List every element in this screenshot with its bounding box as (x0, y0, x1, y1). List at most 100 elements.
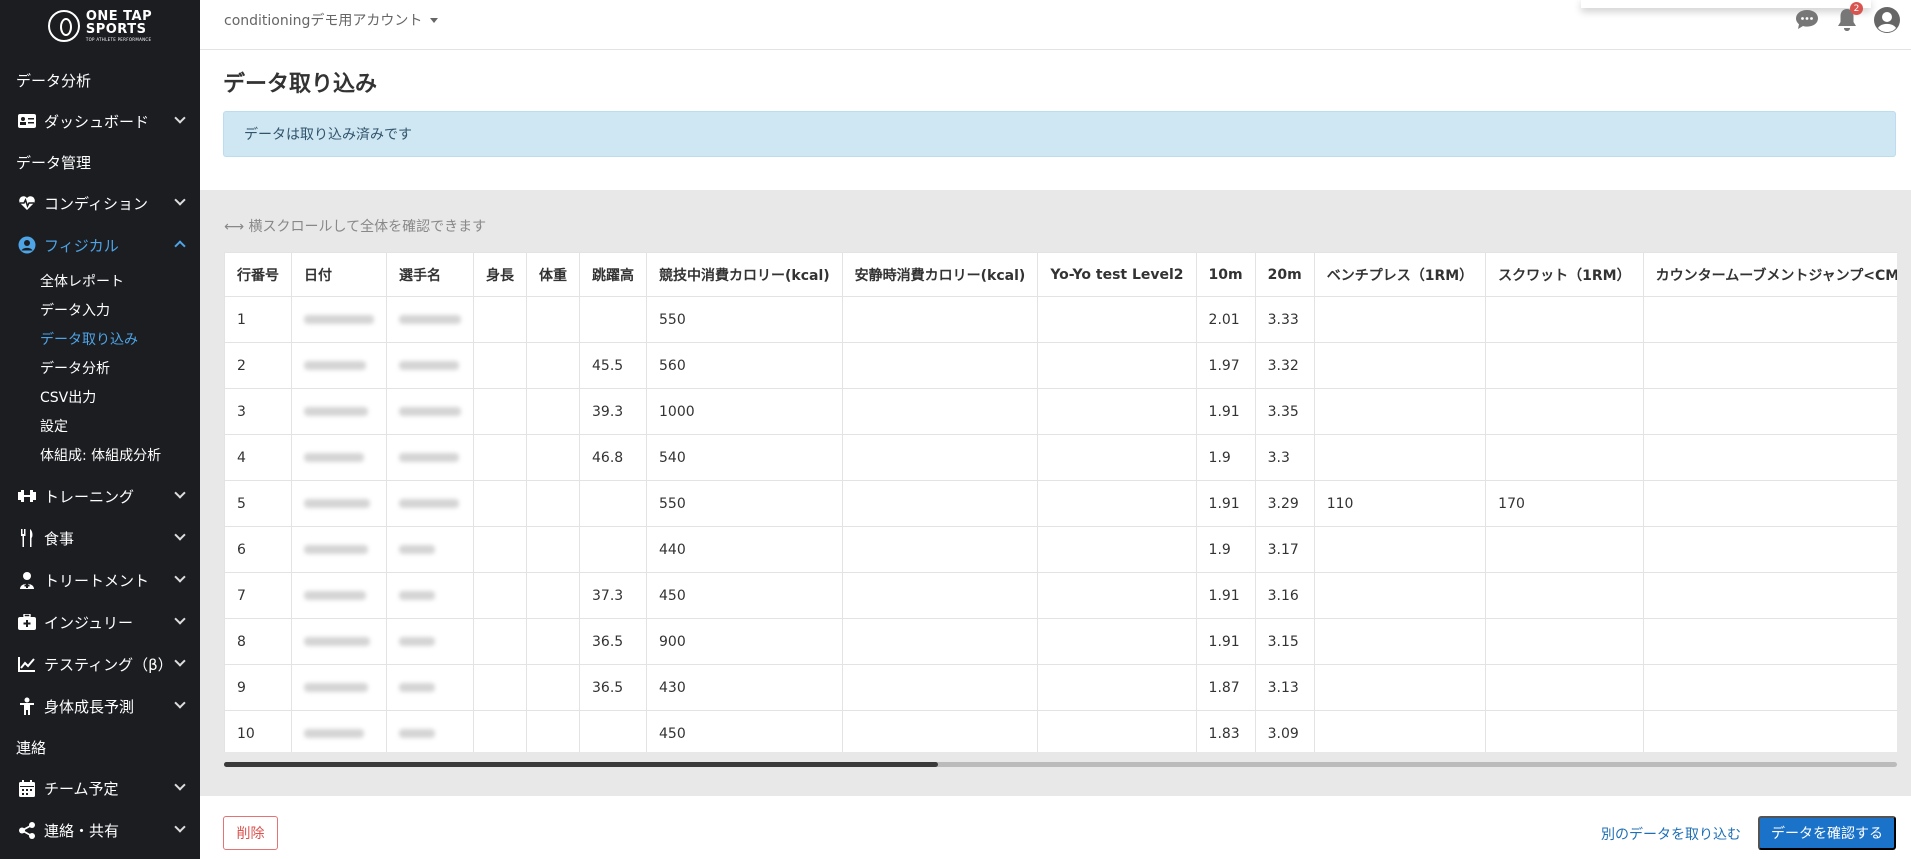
table-cell[interactable]: 4 (224, 434, 292, 481)
table-cell[interactable]: 10 (224, 710, 292, 752)
table-cell[interactable]: 1.9 (1195, 526, 1256, 573)
table-cell[interactable] (473, 526, 527, 573)
table-cell[interactable]: 450 (646, 572, 843, 619)
table-cell[interactable]: 550 (646, 480, 843, 527)
table-cell[interactable] (1313, 664, 1487, 711)
table-cell[interactable]: 900 (646, 618, 843, 665)
table-cell[interactable] (841, 526, 1039, 573)
table-cell[interactable] (473, 480, 527, 527)
table-cell[interactable]: 5 (224, 480, 292, 527)
table-cell[interactable] (291, 342, 387, 389)
table-cell[interactable] (1485, 526, 1644, 573)
table-cell[interactable]: 3.13 (1254, 664, 1315, 711)
table-cell[interactable] (579, 710, 647, 752)
sidebar-item-dashboard[interactable]: ダッシュボード (0, 100, 200, 142)
table-cell[interactable]: 3.16 (1254, 572, 1315, 619)
table-cell[interactable]: 440 (646, 526, 843, 573)
table-cell[interactable] (526, 296, 580, 343)
table-cell[interactable]: 3.32 (1254, 342, 1315, 389)
table-cell[interactable] (526, 388, 580, 435)
sidebar-item-growth[interactable]: 身体成長予測 (0, 685, 200, 727)
table-cell[interactable]: 1.91 (1195, 618, 1256, 665)
account-selector[interactable]: conditioningデモ用アカウント (224, 10, 439, 30)
table-cell[interactable] (1313, 618, 1487, 665)
table-cell[interactable] (1313, 296, 1487, 343)
sidebar-subitem-csv-export[interactable]: CSV出力 (0, 382, 200, 411)
table-cell[interactable] (473, 388, 527, 435)
table-cell[interactable] (841, 710, 1039, 752)
table-cell[interactable] (841, 434, 1039, 481)
table-scroll-container[interactable]: 行番号 日付 選手名 身長 体重 跳躍高 競技中消費カロリー(kcal) 安静時消費カロリー(… (224, 252, 1897, 752)
table-cell[interactable]: 1.91 (1195, 388, 1256, 435)
table-cell[interactable]: 1 (224, 296, 292, 343)
table-cell[interactable] (1642, 710, 1897, 752)
table-cell[interactable] (1642, 664, 1897, 711)
table-cell[interactable] (841, 618, 1039, 665)
table-cell[interactable] (1485, 618, 1644, 665)
table-cell[interactable] (473, 572, 527, 619)
table-cell[interactable]: 6 (224, 526, 292, 573)
table-cell[interactable] (291, 572, 387, 619)
table-cell[interactable] (1642, 526, 1897, 573)
table-cell[interactable]: 7 (224, 572, 292, 619)
table-cell[interactable] (291, 618, 387, 665)
sidebar-item-meal[interactable]: 食事 (0, 517, 200, 559)
sidebar-item-condition[interactable]: コンディション (0, 182, 200, 224)
table-cell[interactable] (386, 296, 474, 343)
table-cell[interactable]: 36.5 (579, 618, 647, 665)
table-cell[interactable] (1485, 388, 1644, 435)
table-cell[interactable] (473, 618, 527, 665)
table-cell[interactable] (291, 526, 387, 573)
table-cell[interactable] (386, 618, 474, 665)
table-cell[interactable] (1313, 526, 1487, 573)
table-cell[interactable] (386, 480, 474, 527)
table-cell[interactable] (1642, 480, 1897, 527)
table-cell[interactable] (473, 434, 527, 481)
table-cell[interactable] (291, 664, 387, 711)
table-cell[interactable] (473, 296, 527, 343)
table-cell[interactable]: 3.3 (1254, 434, 1315, 481)
table-cell[interactable] (1037, 480, 1197, 527)
table-cell[interactable] (1485, 342, 1644, 389)
table-cell[interactable] (473, 710, 527, 752)
table-cell[interactable] (1037, 710, 1197, 752)
table-cell[interactable]: 170 (1485, 480, 1644, 527)
table-cell[interactable] (386, 434, 474, 481)
table-cell[interactable] (291, 388, 387, 435)
table-cell[interactable] (1642, 572, 1897, 619)
table-cell[interactable] (386, 710, 474, 752)
table-cell[interactable]: 3.35 (1254, 388, 1315, 435)
table-cell[interactable]: 9 (224, 664, 292, 711)
table-cell[interactable]: 1000 (646, 388, 843, 435)
table-cell[interactable] (841, 572, 1039, 619)
import-other-data-link[interactable]: 別のデータを取り込む (1601, 824, 1741, 844)
table-cell[interactable] (526, 664, 580, 711)
table-cell[interactable]: 3.17 (1254, 526, 1315, 573)
table-cell[interactable] (1313, 388, 1487, 435)
table-cell[interactable] (291, 296, 387, 343)
table-cell[interactable] (526, 342, 580, 389)
table-cell[interactable] (1313, 572, 1487, 619)
table-cell[interactable]: 3.29 (1254, 480, 1315, 527)
table-cell[interactable] (526, 434, 580, 481)
sidebar-item-physical[interactable]: フィジカル (0, 224, 200, 266)
table-cell[interactable] (526, 572, 580, 619)
table-cell[interactable] (579, 296, 647, 343)
table-cell[interactable]: 37.3 (579, 572, 647, 619)
sidebar-item-team-schedule[interactable]: チーム予定 (0, 767, 200, 809)
table-cell[interactable] (841, 296, 1039, 343)
confirm-data-button[interactable]: データを確認する (1758, 816, 1896, 850)
table-cell[interactable]: 8 (224, 618, 292, 665)
table-cell[interactable] (841, 664, 1039, 711)
table-cell[interactable] (841, 388, 1039, 435)
table-cell[interactable]: 46.8 (579, 434, 647, 481)
table-cell[interactable] (1485, 572, 1644, 619)
table-cell[interactable] (291, 434, 387, 481)
table-cell[interactable] (1037, 526, 1197, 573)
table-cell[interactable] (1313, 342, 1487, 389)
table-cell[interactable]: 1.83 (1195, 710, 1256, 752)
table-cell[interactable] (1642, 342, 1897, 389)
table-cell[interactable]: 450 (646, 710, 843, 752)
table-cell[interactable]: 3.09 (1254, 710, 1315, 752)
sidebar-item-share[interactable]: 連絡・共有 (0, 809, 200, 851)
